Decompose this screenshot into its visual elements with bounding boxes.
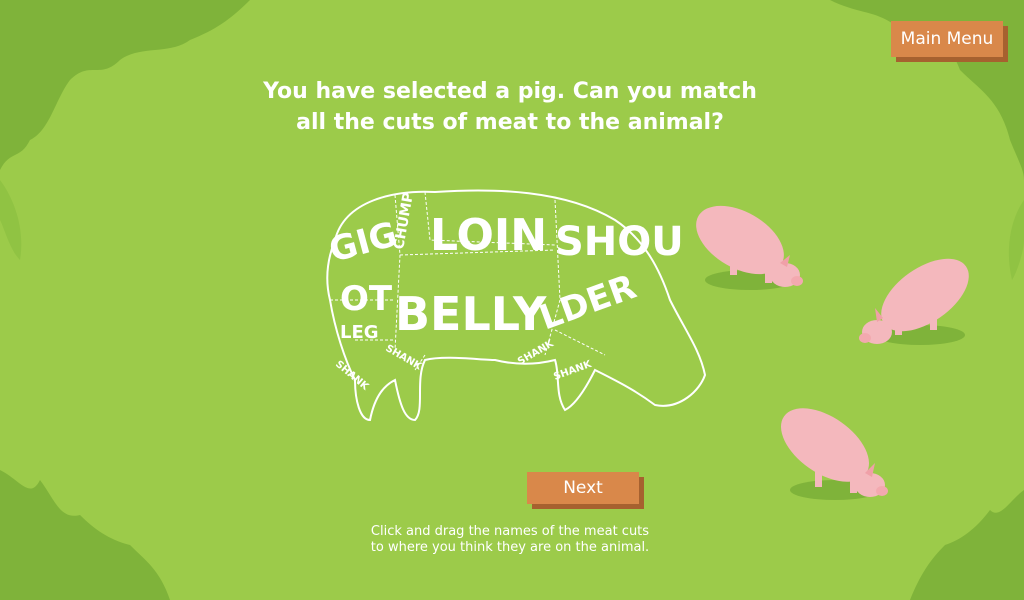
cut-label-gigot[interactable]: GIG	[325, 214, 401, 270]
pig-icon	[781, 408, 888, 500]
cut-label-gigot-2[interactable]: OT	[340, 279, 393, 319]
cut-label-shank-2[interactable]: SHANK	[384, 343, 425, 373]
next-button[interactable]: Next	[527, 472, 639, 504]
instruction-line-2: to where you think they are on the anima…	[370, 540, 650, 555]
main-menu-button[interactable]: Main Menu	[891, 21, 1003, 57]
cut-label-shoulder[interactable]: SHOU	[555, 219, 684, 265]
cut-label-belly[interactable]: BELLY	[395, 287, 547, 341]
instruction-line-1: Click and drag the names of the meat cut…	[370, 524, 650, 539]
question-title: You have selected a pig. Can you match a…	[230, 76, 790, 138]
pig-cuts-diagram: GIG OT CHUMP LOIN SHOU LDER BELLY LEG SH…	[325, 189, 707, 422]
cut-label-leg[interactable]: LEG	[340, 322, 379, 343]
pig-icon	[859, 258, 969, 345]
pig-icon	[696, 205, 803, 290]
instructions: Click and drag the names of the meat cut…	[340, 524, 680, 556]
title-line-1: You have selected a pig. Can you match	[263, 79, 757, 104]
title-line-2: all the cuts of meat to the animal?	[296, 110, 724, 135]
cut-label-shoulder-2[interactable]: LDER	[534, 267, 641, 339]
cut-label-shank-1[interactable]: SHANK	[333, 359, 371, 394]
cut-label-loin[interactable]: LOIN	[430, 210, 547, 261]
cut-label-shank-4[interactable]: SHANK	[552, 359, 594, 383]
